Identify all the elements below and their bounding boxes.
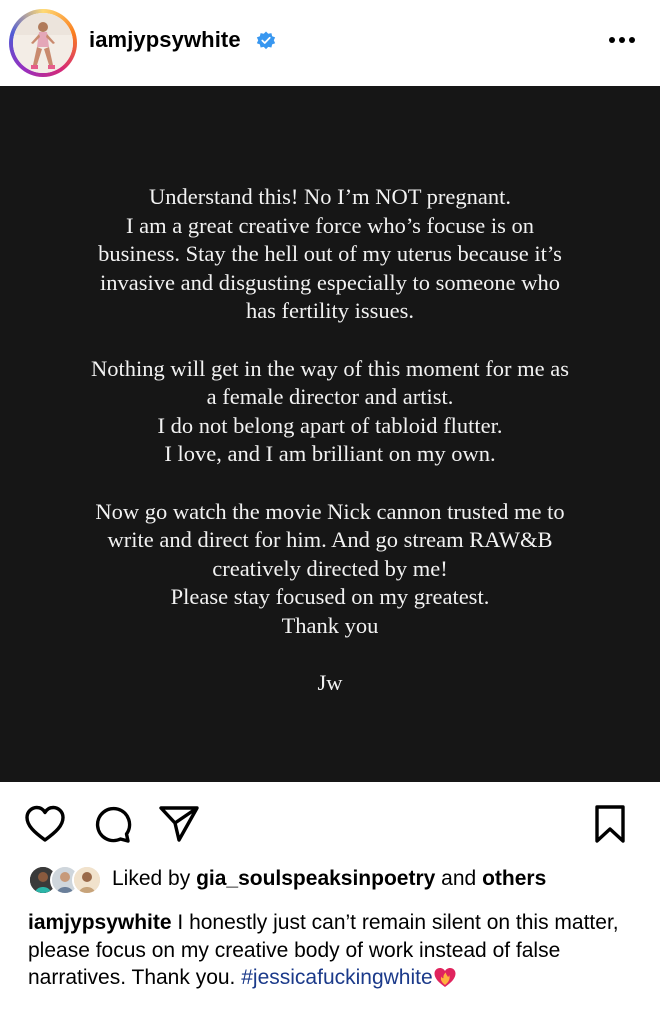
likes-prefix: Liked by	[112, 867, 191, 890]
post-header: iamjypsywhite	[0, 0, 660, 86]
likes-others-link[interactable]: others	[482, 867, 546, 890]
bookmark-icon[interactable]	[592, 804, 628, 844]
statement-line: Understand this! No I’m NOT pregnant.	[148, 184, 511, 209]
statement-line: creatively directed by me!	[212, 555, 448, 581]
likes-connector: and	[441, 867, 477, 890]
verified-badge-icon	[256, 31, 276, 50]
post-image[interactable]: Understand this! No I’m NOT pregnant. I …	[0, 86, 660, 782]
statement-line: I do not belong apart of tabloid flutter…	[157, 412, 503, 438]
statement-signature: Jw	[317, 670, 343, 696]
statement-line: Nothing will get in the way of this mome…	[90, 355, 570, 381]
heart-on-fire-emoji-icon	[434, 968, 456, 987]
statement-line: I love, and I am brilliant on my own.	[164, 441, 496, 467]
header-username[interactable]: iamjypsywhite	[89, 27, 241, 53]
liker-avatar	[72, 865, 102, 895]
caption-username[interactable]: iamjypsywhite	[28, 911, 172, 934]
profile-avatar[interactable]	[9, 9, 77, 77]
statement-line: has fertility issues.	[245, 298, 415, 324]
statement-line: Please stay focused on my greatest.	[170, 584, 490, 610]
post-caption: iamjypsywhite I honestly just can’t rema…	[28, 909, 640, 992]
share-icon[interactable]	[158, 804, 200, 844]
statement-line: Thank you	[281, 612, 379, 638]
statement-line: business. Stay the hell out of my uterus…	[98, 241, 562, 267]
action-bar	[0, 782, 660, 864]
post-statement: Understand this! No I’m NOT pregnant. I …	[30, 183, 630, 698]
more-options-icon[interactable]	[606, 25, 638, 55]
likes-row[interactable]: Liked by gia_soulspeaksinpoetry and othe…	[28, 862, 648, 898]
profile-photo	[13, 13, 73, 73]
heart-icon[interactable]	[24, 804, 66, 844]
statement-line: Now go watch the movie Nick cannon trust…	[95, 498, 565, 524]
statement-line: invasive and disgusting especially to so…	[100, 269, 560, 295]
caption-hashtag[interactable]: #jessicafuckingwhite	[241, 966, 432, 989]
statement-line: a female director and artist.	[206, 384, 454, 410]
likes-summary: Liked by gia_soulspeaksinpoetry and othe…	[112, 867, 546, 891]
statement-line: I am a great creative force who’s focuse…	[126, 212, 534, 238]
comment-icon[interactable]	[92, 804, 132, 844]
liker-username[interactable]: gia_soulspeaksinpoetry	[196, 867, 435, 890]
statement-line: write and direct for him. And go stream …	[107, 527, 553, 553]
